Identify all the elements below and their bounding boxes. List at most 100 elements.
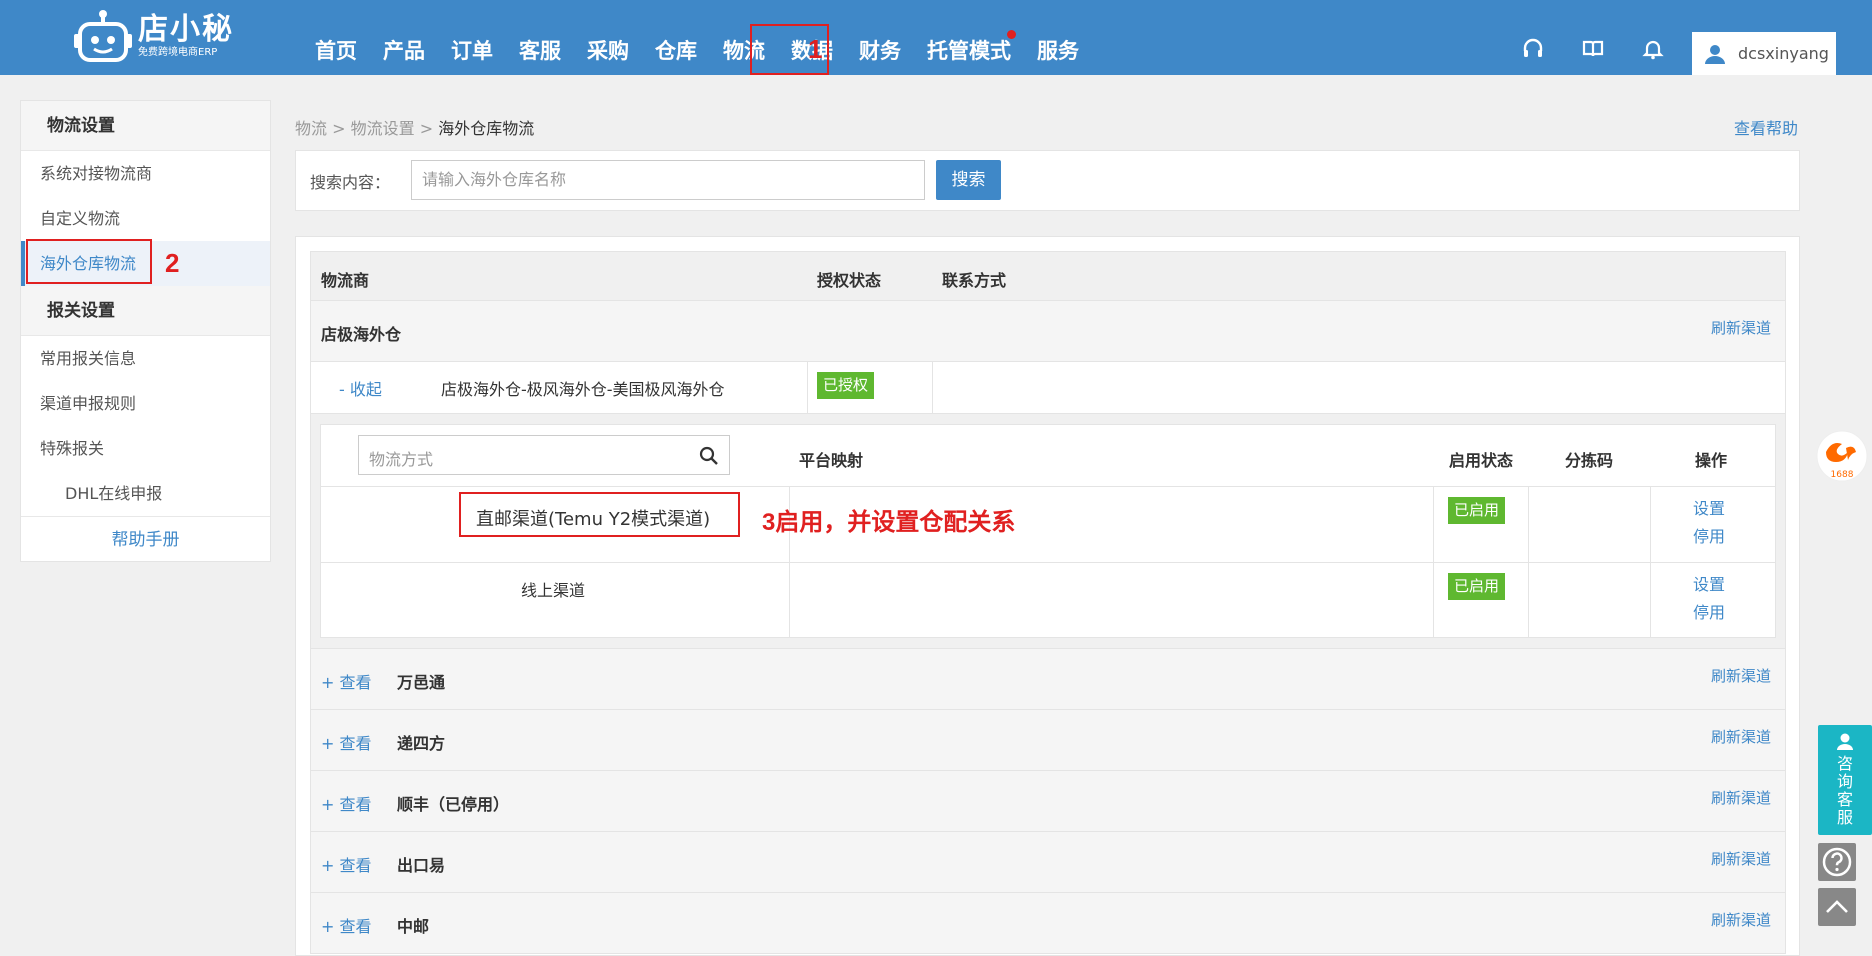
annotation-text-3: 3启用，并设置仓配关系	[762, 509, 1016, 536]
channel-disable-link[interactable]: 停用	[1693, 523, 1725, 551]
breadcrumb-separator: >	[332, 119, 346, 138]
badge-1688-text: 1688	[1831, 470, 1854, 480]
group-row-china-post: + 查看 中邮 刷新渠道	[310, 893, 1786, 954]
expand-toggle[interactable]: + 查看	[321, 791, 372, 815]
group-row-winit: + 查看 万邑通 刷新渠道	[310, 649, 1786, 710]
help-question-button[interactable]	[1818, 843, 1856, 881]
header-sort-code: 分拣码	[1565, 451, 1614, 470]
search-label: 搜索内容：	[310, 173, 391, 192]
main-nav: 首页 产品 订单 客服 采购 仓库 物流 数据 财务 托管模式 服务	[302, 0, 1092, 75]
nav-services[interactable]: 服务	[1024, 0, 1092, 75]
refresh-channel-link[interactable]: 刷新渠道	[1711, 848, 1771, 869]
logistics-method-input[interactable]: 物流方式	[358, 435, 730, 475]
sidebar-item-system-carriers[interactable]: 系统对接物流商	[21, 151, 270, 196]
nav-purchase[interactable]: 采购	[574, 0, 642, 75]
group-row-dianji: 店极海外仓 刷新渠道	[310, 301, 1786, 362]
channel-settings-link[interactable]: 设置	[1693, 571, 1725, 599]
group-name: 递四方	[397, 734, 446, 753]
breadcrumb-current: 海外仓库物流	[438, 119, 535, 138]
nav-managed-mode[interactable]: 托管模式	[914, 0, 1024, 75]
top-icon-group	[1520, 36, 1666, 62]
search-input[interactable]: 请输入海外仓库名称	[411, 160, 925, 200]
sidebar-item-custom-logistics[interactable]: 自定义物流	[21, 196, 270, 241]
nav-home[interactable]: 首页	[302, 0, 370, 75]
enabled-badge: 已启用	[1448, 497, 1506, 524]
group-name: 中邮	[397, 917, 430, 936]
sidebar-item-channel-rules[interactable]: 渠道申报规则	[21, 381, 270, 426]
view-help-link[interactable]: 查看帮助	[1734, 115, 1798, 139]
annotation-number-2: 2	[165, 248, 180, 278]
channel-settings-link[interactable]: 设置	[1693, 495, 1725, 523]
service-person-icon	[1837, 733, 1853, 750]
header-enable-status: 启用状态	[1449, 451, 1514, 470]
alibaba-1688-icon: 1688	[1816, 430, 1868, 482]
nav-warehouse[interactable]: 仓库	[642, 0, 710, 75]
service-char: 客	[1836, 790, 1853, 809]
logistics-method-placeholder: 物流方式	[369, 450, 434, 469]
expand-toggle[interactable]: + 查看	[321, 852, 372, 876]
refresh-channel-link[interactable]: 刷新渠道	[1711, 909, 1771, 930]
alibaba-1688-widget[interactable]: 1688	[1816, 430, 1868, 482]
group-row-sf: + 查看 顺丰（已停用） 刷新渠道	[310, 771, 1786, 832]
warehouse-name: 店极海外仓-极风海外仓-美国极风海外仓	[441, 380, 725, 399]
username: dcsxinyang	[1738, 44, 1829, 63]
refresh-channel-link[interactable]: 刷新渠道	[1711, 317, 1771, 338]
question-icon	[1822, 847, 1852, 877]
nav-products[interactable]: 产品	[370, 0, 438, 75]
expand-toggle[interactable]: + 查看	[321, 730, 372, 754]
sidebar-item-dhl-declaration[interactable]: DHL在线申报	[21, 471, 270, 516]
logo-name: 店小秘	[138, 12, 234, 47]
notification-dot	[1007, 30, 1016, 39]
user-menu[interactable]: dcsxinyang	[1692, 32, 1836, 75]
nav-customer-service[interactable]: 客服	[506, 0, 574, 75]
chevron-up-icon	[1826, 900, 1848, 913]
back-to-top-button[interactable]	[1818, 888, 1856, 926]
service-char: 咨	[1836, 754, 1853, 773]
group-row-chukou1: + 查看 出口易 刷新渠道	[310, 832, 1786, 893]
annotation-number-1: 1	[808, 34, 823, 64]
annotation-box-overseas-warehouse	[26, 239, 152, 284]
group-name: 顺丰（已停用）	[397, 795, 510, 814]
enabled-badge: 已启用	[1448, 573, 1506, 600]
nav-finance[interactable]: 财务	[846, 0, 914, 75]
refresh-channel-link[interactable]: 刷新渠道	[1711, 787, 1771, 808]
auth-status-badge: 已授权	[817, 372, 875, 399]
channel-subtable-header: 物流方式 平台映射 启用状态 分拣码 操作	[321, 425, 1775, 487]
refresh-channel-link[interactable]: 刷新渠道	[1711, 726, 1771, 747]
channel-row: 线上渠道 已启用 设置 停用	[321, 563, 1775, 639]
group-name: 万邑通	[397, 673, 446, 692]
logo-subtitle: 免费跨境电商ERP	[138, 47, 218, 58]
search-button[interactable]: 搜索	[936, 160, 1001, 200]
warehouse-table: 物流商 授权状态 联系方式 店极海外仓 刷新渠道 - 收起 店极海外仓-极风海外…	[310, 251, 1786, 954]
header-operations: 操作	[1695, 451, 1728, 470]
group-name: 出口易	[397, 856, 446, 875]
headset-icon[interactable]	[1520, 36, 1546, 62]
book-icon[interactable]	[1580, 36, 1606, 62]
search-icon[interactable]	[699, 446, 719, 466]
robot-logo-icon	[74, 10, 132, 62]
channel-disable-link[interactable]: 停用	[1693, 599, 1725, 627]
service-char: 服	[1836, 808, 1853, 827]
sidebar: 物流设置 系统对接物流商 自定义物流 海外仓库物流 报关设置 常用报关信息 渠道…	[20, 100, 271, 562]
expand-toggle[interactable]: + 查看	[321, 669, 372, 693]
collapse-toggle[interactable]: - 收起	[339, 376, 382, 400]
expand-toggle[interactable]: + 查看	[321, 913, 372, 937]
app-logo[interactable]: 店小秘 免费跨境电商ERP	[74, 8, 234, 64]
breadcrumb: 物流 > 物流设置 > 海外仓库物流	[295, 115, 534, 139]
help-manual-link[interactable]: 帮助手册	[21, 516, 270, 562]
header-contact: 联系方式	[942, 271, 1007, 290]
refresh-channel-link[interactable]: 刷新渠道	[1711, 665, 1771, 686]
bell-icon[interactable]	[1640, 36, 1666, 62]
header-platform-mapping: 平台映射	[799, 451, 864, 470]
channel-name: 线上渠道	[521, 581, 586, 600]
annotation-box-channel	[459, 492, 740, 537]
column-divider	[807, 362, 808, 413]
group-name: 店极海外仓	[321, 325, 402, 344]
sidebar-item-special-customs[interactable]: 特殊报关	[21, 426, 270, 471]
breadcrumb-logistics[interactable]: 物流	[295, 119, 327, 138]
sidebar-item-customs-info[interactable]: 常用报关信息	[21, 336, 270, 381]
breadcrumb-logistics-settings[interactable]: 物流设置	[351, 119, 415, 138]
nav-orders[interactable]: 订单	[438, 0, 506, 75]
warehouse-row: - 收起 店极海外仓-极风海外仓-美国极风海外仓 已授权	[310, 362, 1786, 414]
consult-service-button[interactable]: 咨 询 客 服	[1818, 725, 1872, 835]
